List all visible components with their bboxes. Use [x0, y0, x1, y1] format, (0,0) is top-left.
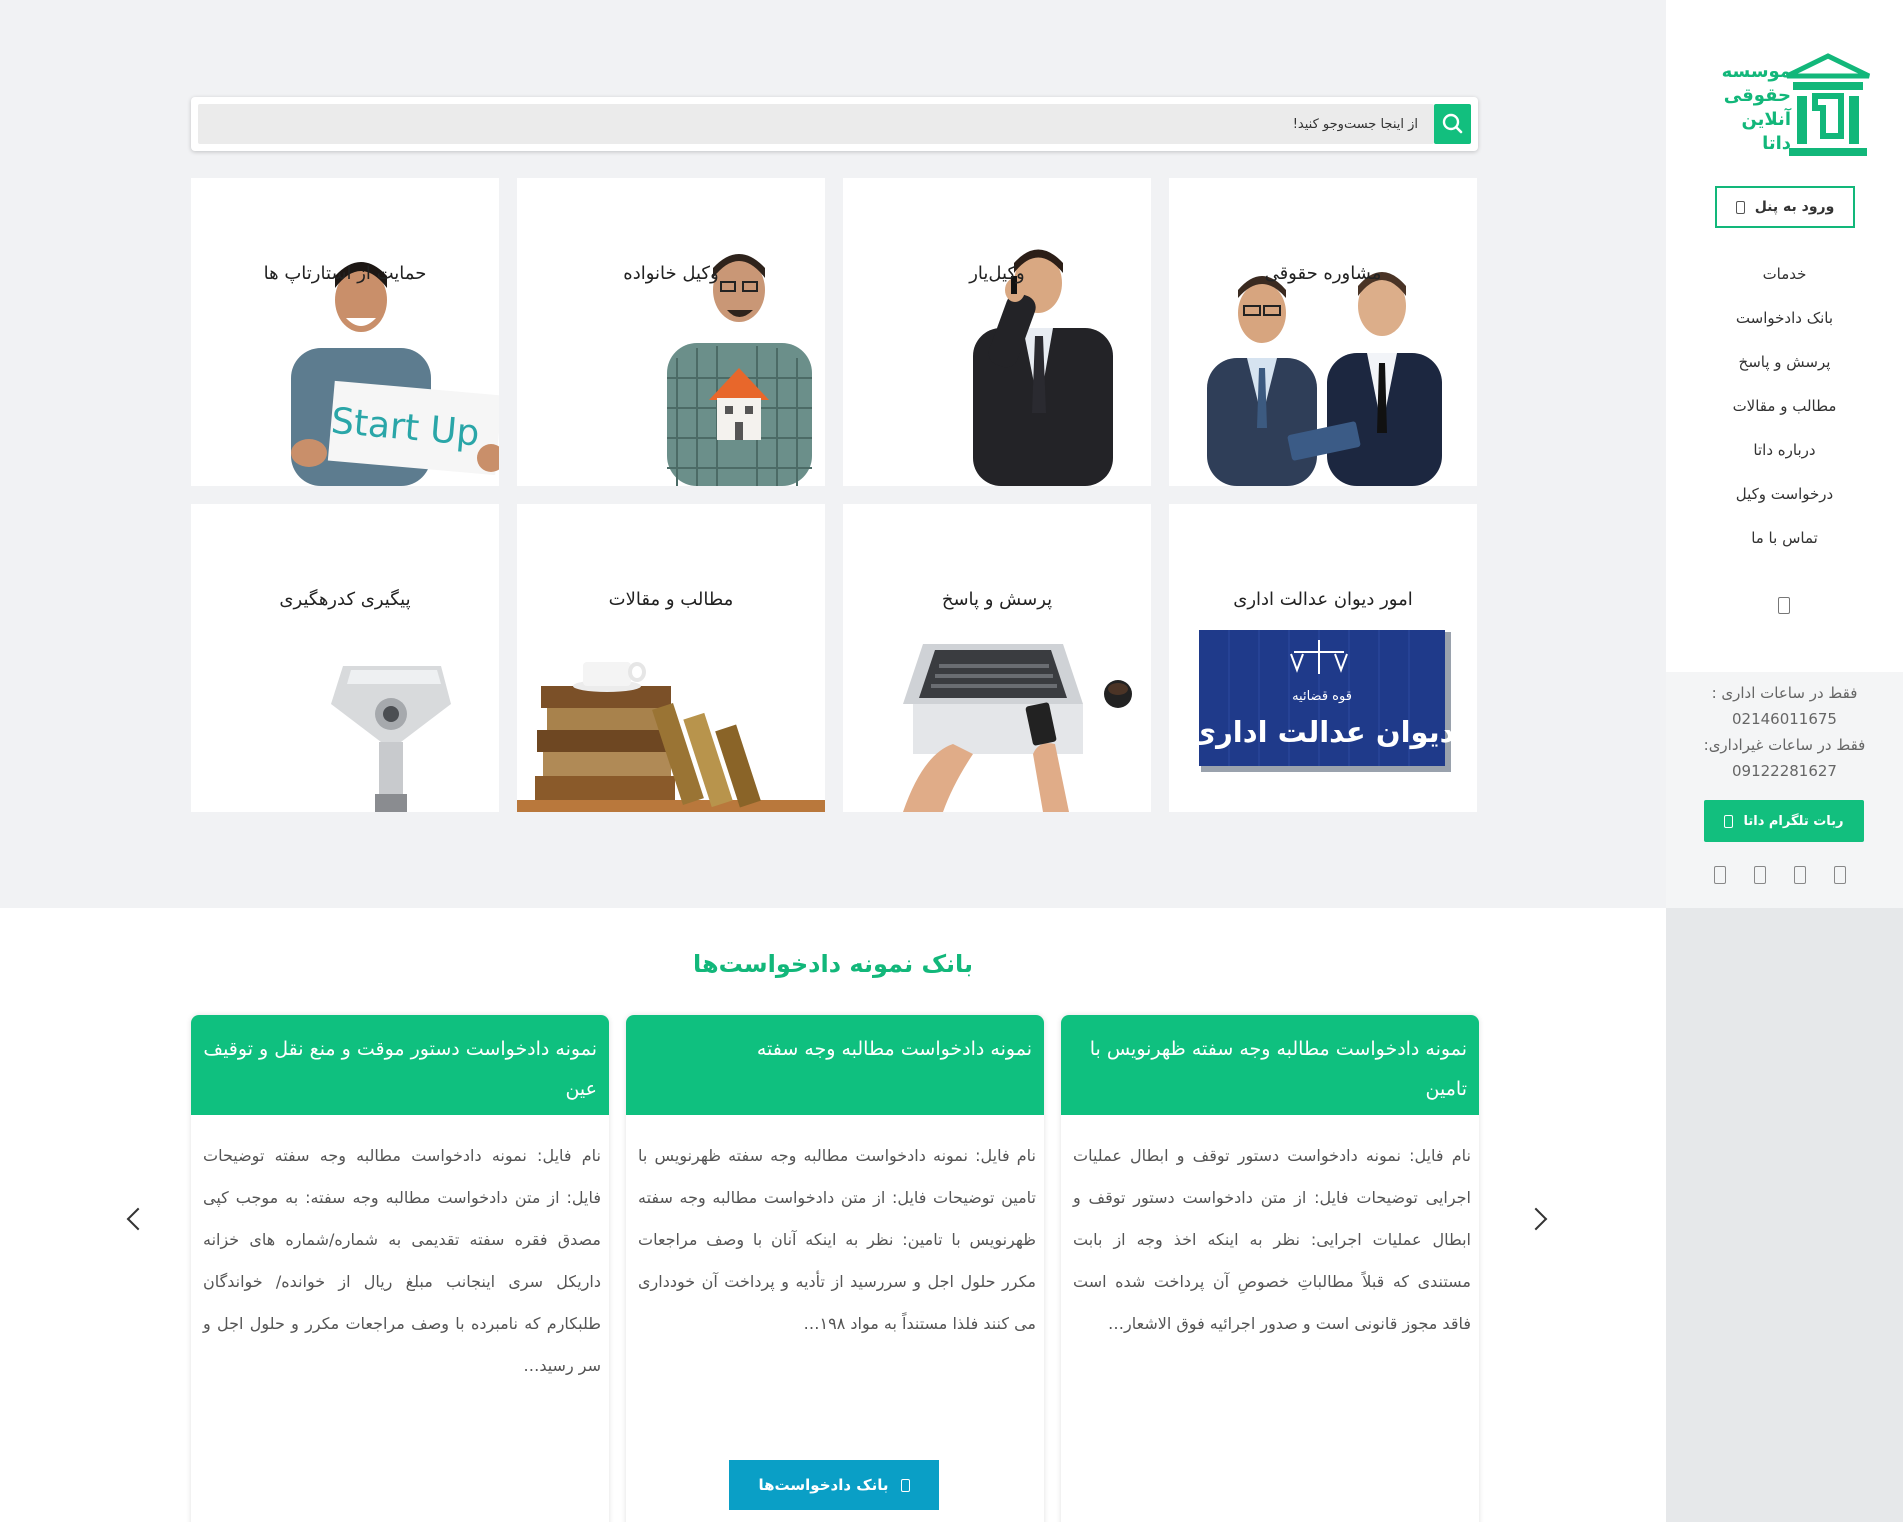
- petitions-title: بانک نمونه دادخواست‌ها: [692, 950, 974, 978]
- petition-card-title[interactable]: نمونه دادخواست مطالبه وجه سفته ظهرنویس ب…: [1061, 1015, 1479, 1115]
- logo-line: داتا: [1762, 133, 1791, 154]
- nav-item-petition-bank[interactable]: بانک دادخواست: [1666, 296, 1903, 340]
- petition-card[interactable]: نمونه دادخواست مطالبه وجه سفته نام فایل:…: [626, 1015, 1044, 1522]
- petition-card-body: نام فایل: نمونه دادخواست مطالبه وجه سفته…: [203, 1146, 601, 1375]
- after-hours-label: فقط در ساعات غیراداری:: [1703, 736, 1866, 754]
- startup-sign-image: Start Up: [291, 262, 499, 486]
- man-on-phone-image: [973, 249, 1113, 486]
- petition-card[interactable]: نمونه دادخواست دستور موقت و منع نقل و تو…: [191, 1015, 609, 1522]
- login-panel-button[interactable]: ورود به پنل: [1715, 186, 1855, 228]
- social-links: [1714, 866, 1846, 884]
- logo-line: موسسه: [1721, 61, 1791, 82]
- search-input[interactable]: [198, 104, 1434, 144]
- login-icon: [1735, 200, 1745, 214]
- sidebar: موسسه حقوقی آنلاین داتا ورود به پنل خدما…: [1666, 0, 1903, 1522]
- nav-item-qa[interactable]: پرسش و پاسخ: [1666, 340, 1903, 384]
- sidebar-top: موسسه حقوقی آنلاین داتا ورود به پنل خدما…: [1666, 0, 1903, 672]
- petition-bank-button[interactable]: بانک دادخواست‌ها: [729, 1460, 939, 1510]
- court-sign-small-text: قوه قضائیه: [1292, 689, 1352, 704]
- service-title: حمایت از استارتاپ ها: [263, 263, 427, 284]
- telegram-bot-button[interactable]: ربات تلگرام داتا: [1704, 800, 1864, 842]
- service-title: پیگیری کدرهگیری: [279, 589, 411, 610]
- nav-item-about[interactable]: درباره داتا: [1666, 428, 1903, 472]
- search-icon: [1442, 113, 1463, 134]
- nav-item-services[interactable]: خدمات: [1666, 252, 1903, 296]
- service-title: مشاوره حقوقی: [1264, 263, 1382, 284]
- logo-line: آنلاین: [1741, 109, 1791, 130]
- service-title: پرسش و پاسخ: [941, 589, 1053, 610]
- petition-card-body: نام فایل: نمونه دادخواست دستور توقف و اب…: [1073, 1146, 1471, 1333]
- document-icon: [900, 1478, 910, 1492]
- office-hours-label: فقط در ساعات اداری :: [1711, 684, 1858, 702]
- court-sign-image: قوه قضائیه دیوان عدالت اداری: [1190, 630, 1455, 772]
- books-cup-image: [517, 662, 825, 812]
- service-card-family-lawyer[interactable]: وکیل خانواده: [517, 178, 825, 486]
- service-card-startup-support[interactable]: Start Up حمایت از استارتاپ ها: [191, 178, 499, 486]
- service-card-tracking[interactable]: پیگیری کدرهگیری: [191, 504, 499, 812]
- telegram-icon: [1724, 814, 1734, 828]
- nav-item-articles[interactable]: مطالب و مقالات: [1666, 384, 1903, 428]
- man-holding-house-image: [667, 254, 812, 486]
- service-card-articles[interactable]: مطالب و مقالات: [517, 504, 825, 812]
- petition-card-title[interactable]: نمونه دادخواست مطالبه وجه سفته: [626, 1015, 1044, 1115]
- telegram-bot-button-label: ربات تلگرام داتا: [1743, 813, 1844, 829]
- laptop-hands-image: [903, 644, 1132, 812]
- social-icon[interactable]: [1834, 866, 1846, 884]
- logo[interactable]: موسسه حقوقی آنلاین داتا: [1701, 52, 1871, 167]
- search-bar: [191, 97, 1478, 151]
- user-icon[interactable]: [1778, 597, 1790, 614]
- login-panel-button-label: ورود به پنل: [1754, 199, 1835, 215]
- court-sign-big-text: دیوان عدالت اداری: [1190, 715, 1455, 749]
- logo-text: موسسه حقوقی آنلاین داتا: [1701, 60, 1791, 156]
- sidebar-nav: خدمات بانک دادخواست پرسش و پاسخ مطالب و …: [1666, 252, 1903, 560]
- office-phone[interactable]: 02146011675: [1666, 706, 1903, 732]
- social-icon[interactable]: [1754, 866, 1766, 884]
- service-title: وکیل خانواده: [623, 263, 719, 284]
- logo-building-icon: [1785, 53, 1871, 156]
- search-button[interactable]: [1434, 104, 1471, 144]
- petition-card-body: نام فایل: نمونه دادخواست مطالبه وجه سفته…: [638, 1146, 1036, 1333]
- service-title: وکیل‌یار: [969, 263, 1025, 284]
- logo-line: حقوقی: [1723, 85, 1791, 106]
- service-title: امور دیوان عدالت اداری: [1233, 589, 1413, 610]
- service-card-legal-advice[interactable]: مشاوره حقوقی: [1169, 178, 1477, 486]
- petition-card-title[interactable]: نمونه دادخواست دستور موقت و منع نقل و تو…: [191, 1015, 609, 1115]
- service-card-lawyer-assistant[interactable]: وکیل‌یار: [843, 178, 1151, 486]
- service-card-administrative-court[interactable]: قوه قضائیه دیوان عدالت اداری امور دیوان …: [1169, 504, 1477, 812]
- two-lawyers-image: [1207, 272, 1442, 486]
- after-hours-phone[interactable]: 09122281627: [1666, 758, 1903, 784]
- petition-bank-button-label: بانک دادخواست‌ها: [758, 1476, 889, 1494]
- social-icon[interactable]: [1714, 866, 1726, 884]
- social-icon[interactable]: [1794, 866, 1806, 884]
- nav-item-contact[interactable]: تماس با ما: [1666, 516, 1903, 560]
- service-card-qa[interactable]: پرسش و پاسخ: [843, 504, 1151, 812]
- nav-item-request-lawyer[interactable]: درخواست وکیل: [1666, 472, 1903, 516]
- petition-card[interactable]: نمونه دادخواست مطالبه وجه سفته ظهرنویس ب…: [1061, 1015, 1479, 1522]
- contact-hours: فقط در ساعات اداری : 02146011675 فقط در …: [1666, 680, 1903, 784]
- binocular-viewer-image: [331, 666, 451, 812]
- service-title: مطالب و مقالات: [608, 589, 734, 610]
- page: مشاوره حقوقی وکیل‌یار: [0, 0, 1903, 1522]
